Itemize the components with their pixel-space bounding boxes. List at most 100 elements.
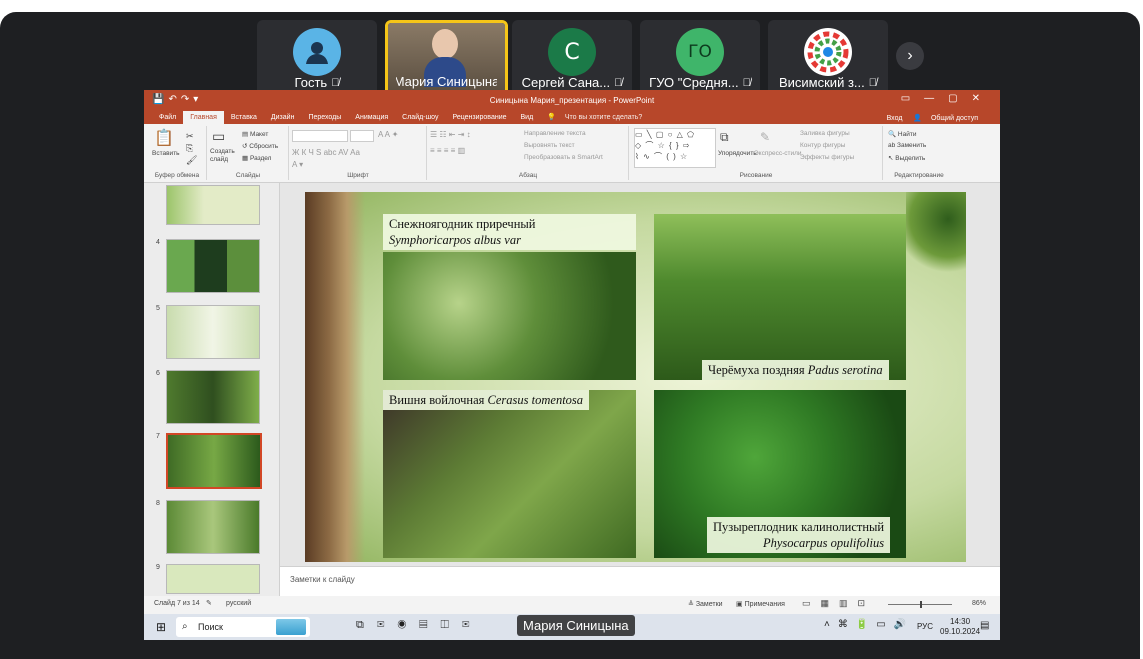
paste-icon[interactable]: 📋 — [154, 128, 174, 148]
slide-thumbnail[interactable] — [166, 500, 260, 554]
tab-slideshow[interactable]: Слайд-шоу — [395, 111, 445, 124]
tab-insert[interactable]: Вставка — [224, 111, 264, 124]
window-controls[interactable]: ▭—▢✕ — [901, 93, 994, 104]
taskbar-search-box[interactable]: ⌕ Поиск — [176, 617, 310, 637]
slide-thumbnail[interactable] — [166, 185, 260, 225]
slide-thumbnail[interactable] — [166, 239, 260, 293]
clock[interactable]: 14:30 09.10.2024 — [940, 617, 980, 637]
smartart-button[interactable]: Преобразовать в SmartArt — [524, 154, 603, 161]
tab-file[interactable]: Файл — [152, 111, 183, 124]
new-slide-button[interactable]: Создать слайд — [210, 148, 236, 164]
font-name-field[interactable] — [292, 130, 348, 142]
participant-tile[interactable]: С Сергей Сана... 🎙̸ — [512, 20, 632, 96]
align-text-button[interactable]: Выровнять текст — [524, 142, 575, 149]
participant-name: ГУО "Средня... — [649, 75, 739, 90]
logo-icon — [806, 30, 850, 74]
keyboard-language[interactable]: РУС — [917, 622, 933, 631]
zoom-level[interactable]: 86% — [972, 600, 986, 607]
font-size-field[interactable] — [350, 130, 374, 142]
slide-thumbnail-pane[interactable]: 4 5 6 7 8 9 — [144, 183, 280, 596]
participant-name: Висимский з... — [778, 75, 865, 90]
mic-muted-icon: 🎙̸ — [868, 76, 877, 89]
replace-button[interactable]: ab Заменить — [888, 142, 926, 149]
font-format-buttons[interactable]: Ж К Ч S abc AV Aa — [292, 148, 360, 157]
window-title: Синицына Мария_презентация - PowerPoint — [489, 96, 655, 105]
slide-thumbnail[interactable] — [166, 370, 260, 424]
font-size-buttons[interactable]: A A ✦ — [378, 130, 399, 139]
mic-muted-icon: 🎙̸ — [614, 76, 623, 89]
zoom-slider-thumb[interactable] — [920, 601, 922, 608]
tab-review[interactable]: Рецензирование — [445, 111, 513, 124]
chevron-right-icon: › — [907, 47, 913, 64]
slide-counter: Слайд 7 из 14 — [154, 600, 200, 607]
mic-muted-icon: 🎙̸ — [742, 76, 751, 89]
paragraph-group: ☰ ☷ ⇤ ⇥ ↕ ≡ ≡ ≡ ≡ ▥ Направление текста В… — [428, 126, 629, 180]
current-slide[interactable]: Снежноягодник приречный Symphoricarpos a… — [305, 192, 966, 562]
notifications-icon[interactable]: ▤ — [980, 620, 989, 631]
participant-tile-active[interactable]: Мария Синицына — [385, 20, 508, 96]
tab-view[interactable]: Вид — [514, 111, 541, 124]
next-participants-button[interactable]: › — [896, 42, 924, 70]
align-buttons[interactable]: ≡ ≡ ≡ ≡ ▥ — [430, 146, 465, 155]
language-indicator[interactable]: русский — [226, 600, 251, 607]
reset-button[interactable]: ↺ Сбросить — [242, 142, 278, 150]
new-slide-icon[interactable]: ▭ — [212, 128, 225, 145]
work-area: 4 5 6 7 8 9 Снежноягодник приречный Symp… — [144, 183, 1000, 597]
avatar: С — [548, 28, 596, 76]
system-tray-icons[interactable]: ˄⌘🔋▭🔊 — [824, 619, 914, 630]
leaf-decoration — [906, 192, 966, 282]
status-bar: Слайд 7 из 14 ✎ русский ≜ Заметки ▣ Прим… — [144, 596, 1000, 614]
tab-animations[interactable]: Анимация — [348, 111, 395, 124]
quick-styles-button[interactable]: Экспресс-стили — [754, 150, 802, 157]
quick-styles-icon[interactable]: ✎ — [760, 130, 770, 144]
slide-thumbnail-selected[interactable] — [166, 433, 262, 489]
slide-thumbnail[interactable] — [166, 305, 260, 359]
caption-bird-cherry: Черёмуха поздняя Padus serotina — [702, 360, 889, 380]
avatar — [293, 28, 341, 76]
list-buttons[interactable]: ☰ ☷ ⇤ ⇥ ↕ — [430, 130, 471, 139]
shape-outline-button[interactable]: Контур фигуры — [800, 142, 845, 149]
shapes-gallery[interactable]: ▭ ╲ ▢ ○ △ ⬠ ◇ ⌒ ☆ { } ⇨ ⌇ ∿ ⌒ ( ) ☆ — [634, 128, 716, 168]
font-color-button[interactable]: A ▾ — [292, 160, 303, 169]
powerpoint-window: 💾↶↷▾ Синицына Мария_презентация - PowerP… — [144, 90, 1000, 614]
ribbon: 📋 Вставить ✂ ⎘ 🖌 Буфер обмена ▭ Создать сл… — [144, 124, 1000, 183]
paste-button[interactable]: Вставить — [152, 150, 180, 157]
spellcheck-icon[interactable]: ✎ — [206, 599, 212, 607]
participant-name: Гость — [294, 75, 328, 90]
tree-trunk-decoration — [305, 192, 365, 562]
sign-in-link[interactable]: Вход — [880, 115, 910, 122]
clipboard-group: 📋 Вставить ✂ ⎘ 🖌 Буфер обмена — [148, 126, 207, 180]
cut-copy-icons[interactable]: ✂ ⎘ 🖌 — [186, 130, 197, 166]
section-button[interactable]: ▦ Раздел — [242, 154, 271, 162]
participant-tile[interactable]: Висимский з... 🎙̸ — [768, 20, 888, 96]
participant-tile[interactable]: ГО ГУО "Средня... 🎙̸ — [640, 20, 760, 96]
photo-felt-cherry — [383, 390, 636, 558]
select-button[interactable]: ↖ Выделить — [888, 154, 925, 162]
comments-toggle[interactable]: ▣ Примечания — [736, 600, 785, 608]
windows-start-icon[interactable]: ⊞ — [156, 620, 166, 634]
participant-tile[interactable]: Гость 🎙̸ — [257, 20, 377, 96]
shape-fill-button[interactable]: Заливка фигуры — [800, 130, 850, 137]
caption-felt-cherry: Вишня войлочная Cerasus tomentosa — [383, 390, 590, 410]
tab-design[interactable]: Дизайн — [264, 111, 302, 124]
shape-effects-button[interactable]: Эффекты фигуры — [800, 154, 854, 161]
arrange-button[interactable]: Упорядочить — [718, 150, 757, 157]
taskbar-app-icons[interactable]: ⧉✉◉▤◫✉ — [356, 619, 482, 632]
view-buttons[interactable]: ▭▦▥⊡ — [802, 598, 875, 609]
layout-button[interactable]: ▤ Макет — [242, 130, 268, 138]
find-button[interactable]: 🔍 Найти — [888, 130, 916, 138]
share-button[interactable]: Общий доступ — [924, 115, 985, 122]
notes-pane[interactable]: Заметки к слайду — [280, 566, 1000, 597]
arrange-icon[interactable]: ⧉ — [720, 130, 729, 145]
notes-toggle[interactable]: ≜ Заметки — [688, 600, 723, 608]
editing-group: 🔍 Найти ab Заменить ↖ Выделить Редактиро… — [888, 130, 944, 179]
caption-ninebark: Пузыреплодник калинолистный Physocarpus … — [707, 517, 891, 553]
slides-group: ▭ Создать слайд ▤ Макет ↺ Сбросить ▦ Раз… — [208, 126, 289, 180]
text-direction-button[interactable]: Направление текста — [524, 130, 586, 137]
photo-snowberry — [383, 252, 636, 380]
slide-thumbnail[interactable] — [166, 564, 260, 594]
tab-home[interactable]: Главная — [183, 111, 224, 124]
tell-me-box[interactable]: 💡 Что вы хотите сделать? — [540, 111, 656, 124]
tab-transitions[interactable]: Переходы — [301, 111, 348, 124]
title-bar: 💾↶↷▾ Синицына Мария_презентация - PowerP… — [144, 90, 1000, 110]
